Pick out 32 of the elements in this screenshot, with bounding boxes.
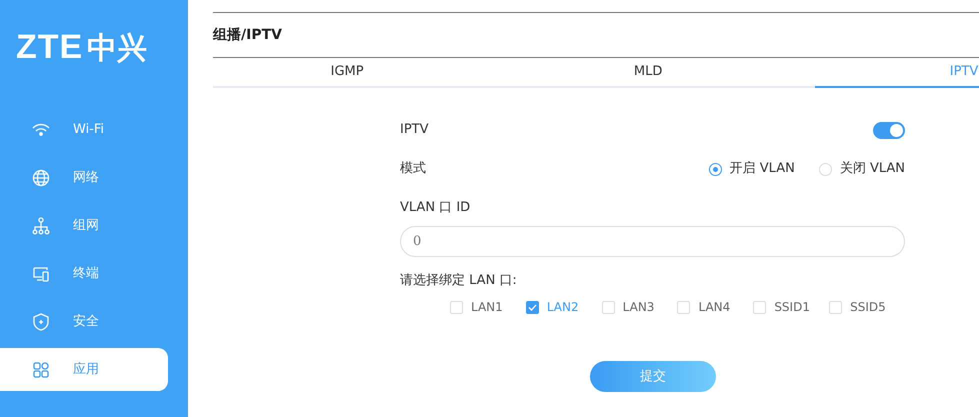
vlan-id-field[interactable]: 0 [400, 226, 905, 256]
sidebar-item[interactable]: Wi-Fi [0, 108, 168, 151]
checkbox-label: SSID1 [774, 299, 810, 316]
tab[interactable]: IPTV [815, 58, 979, 88]
tab[interactable]: MLD [481, 58, 815, 88]
field-label: IPTV [400, 121, 429, 140]
field-label: 模式 [400, 160, 426, 178]
checkbox-label: LAN1 [471, 299, 503, 316]
shield-icon [31, 312, 51, 332]
iptv-toggle[interactable] [873, 122, 905, 138]
sidebar-item[interactable]: 应用 [0, 348, 168, 391]
checkbox-label: SSID5 [850, 299, 886, 316]
radio-button[interactable] [708, 162, 722, 176]
checkbox-label: LAN2 [546, 299, 579, 316]
field-label: 请选择绑定 LAN 口: [400, 272, 518, 290]
apps-grid-icon [31, 360, 51, 380]
checkbox-label: LAN3 [622, 299, 654, 316]
page-title: 组播/IPTV [213, 26, 282, 44]
radio-label: 开启 VLAN [730, 160, 795, 178]
tab[interactable]: IGMP [213, 58, 482, 88]
sidebar-item[interactable]: 组网 [0, 204, 168, 247]
sidebar-item[interactable]: 终端 [0, 252, 168, 295]
network-tree-icon [31, 216, 51, 236]
sidebar-item[interactable]: 网络 [0, 156, 168, 199]
radio-label: 关闭 VLAN [840, 160, 905, 178]
checkbox-label: LAN4 [698, 299, 730, 316]
sidebar-item[interactable]: 安全 [0, 300, 168, 343]
globe-icon [31, 168, 51, 188]
submit-button[interactable]: 提交 [590, 361, 716, 392]
checkbox[interactable] [526, 300, 539, 314]
field-label: VLAN 口 ID [400, 199, 472, 217]
logo: ZTE 中兴 [15, 27, 148, 68]
